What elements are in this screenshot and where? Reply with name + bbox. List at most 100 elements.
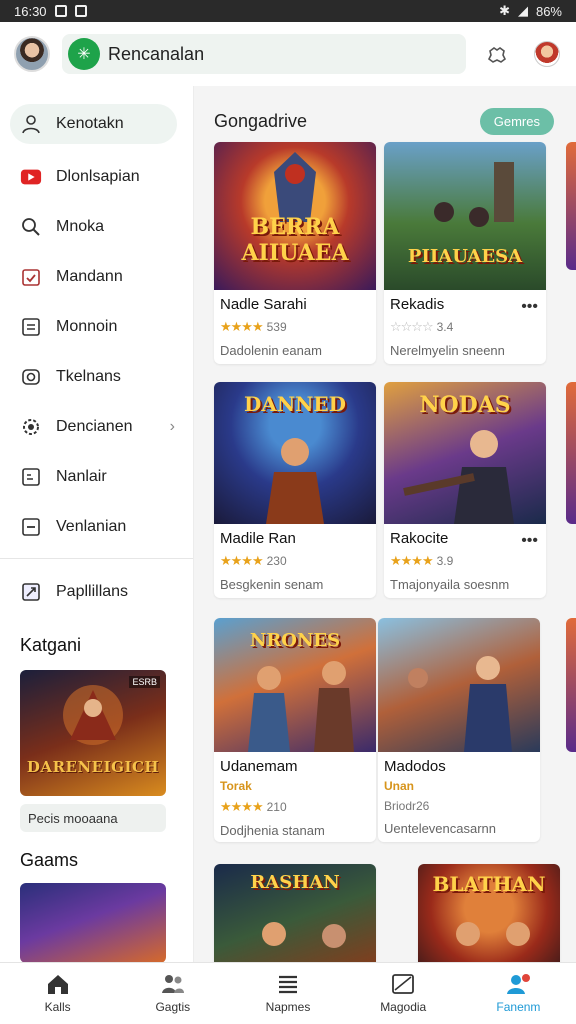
game-card[interactable]: RASHAN [214, 864, 376, 962]
game-card[interactable]: DANNED Madile Ran ★★★★ 230 Besgkenin sena… [214, 382, 376, 598]
game-art: NRONES [214, 618, 376, 752]
list-icon [275, 973, 301, 995]
rating-value: 539 [266, 320, 287, 334]
promo-label[interactable]: Pecis mooaana [20, 804, 166, 832]
tab-media[interactable]: Magodia [346, 963, 461, 1024]
game-card[interactable]: NODAS Rakocite ••• ★★★★ 3.9 Tmajonyaila s… [384, 382, 546, 598]
battery-level: 86% [535, 3, 562, 19]
search-bar[interactable]: ✳ Rencanalan [62, 34, 466, 74]
game-art-title: NRONES [249, 630, 341, 651]
more-options-icon[interactable]: ••• [521, 532, 538, 550]
profile-icon[interactable] [534, 41, 560, 67]
video-icon [20, 166, 42, 188]
rating-value: 210 [266, 800, 287, 814]
tab-profile[interactable]: Fanenm [461, 963, 576, 1024]
status-time: 16:30 [14, 3, 47, 19]
sidebar-item-label: Kenotakn [56, 115, 124, 132]
games-chip-button[interactable]: Gemres [479, 107, 554, 135]
tab-home[interactable]: Kalls [0, 963, 115, 1024]
sidebar-item-7[interactable]: Nanlair [0, 452, 193, 502]
camera-icon [20, 366, 42, 388]
rating-value: 230 [266, 554, 287, 568]
game-tag: Torak [220, 779, 252, 793]
bluetooth-icon: ✱ [499, 3, 510, 18]
game-art-title: BERRA AIIUAEA [241, 214, 349, 266]
rating-value: 3.4 [436, 320, 454, 334]
game-art: DANNED [214, 382, 376, 524]
status-bar: 16:30 ✱ ◢ 86% [0, 0, 576, 22]
game-tag: Unan [384, 779, 414, 793]
sidebar-item-8[interactable]: Venlanian [0, 502, 193, 552]
game-card[interactable]: BLATHAN [418, 864, 560, 962]
game-thumbnail[interactable] [20, 883, 166, 962]
sidebar-item-label: Dlonlsapian [56, 168, 140, 185]
sidebar-item-label: Venlanian [56, 518, 127, 535]
search-icon[interactable]: ✳ [68, 38, 100, 70]
game-name: Madodos [384, 758, 446, 775]
section-title-categories: Katgani [20, 635, 82, 655]
game-art: BERRA AIIUAEA [214, 142, 376, 290]
game-description: Uentelevencasarnn [384, 821, 497, 836]
main-panel: Gongadrive Gemres BERRA AIIUAEA Nadle Sa… [194, 86, 576, 962]
game-card[interactable]: NRONES Udanemam Torak ★★★★ 210 Dodjhenia … [214, 618, 376, 842]
game-art-title: BLATHAN [432, 872, 546, 896]
chevron-right-icon: › [169, 418, 175, 435]
avatar[interactable] [14, 36, 50, 72]
next-card-peek[interactable] [566, 618, 576, 752]
bottom-nav: Kalls Gagtis Napmes Magodia Fanenm [0, 962, 576, 1024]
promo-card[interactable]: ESRB DARENEIGICH [20, 670, 166, 796]
sidebar-item-6[interactable]: Dencianen › [0, 402, 193, 452]
tab-people[interactable]: Gagtis [115, 963, 230, 1024]
tab-label: Fanenm [496, 1000, 541, 1014]
rating-stars: ★★★★ [390, 553, 434, 568]
profile-icon [505, 973, 531, 995]
main-header: Gongadrive Gemres [214, 106, 554, 136]
rating-value: Briodr26 [384, 799, 430, 813]
page-title: Gongadrive [214, 110, 308, 131]
notification-icon [74, 5, 87, 17]
puzzle-icon[interactable] [484, 41, 510, 67]
sidebar-item-2[interactable]: Mnoka [0, 202, 193, 252]
sidebar-item-5[interactable]: Tkelnans [0, 352, 193, 402]
game-card[interactable]: BERRA AIIUAEA Nadle Sarahi ★★★★ 539 Dadol… [214, 142, 376, 364]
section-title-games: Gaams [20, 850, 79, 870]
list-box-icon [20, 316, 42, 338]
sidebar-item-0[interactable]: Kenotakn [10, 104, 177, 144]
tab-label: Napmes [265, 1000, 311, 1014]
more-options-icon[interactable]: ••• [521, 298, 538, 316]
home-icon [45, 973, 71, 995]
top-bar: ✳ Rencanalan [0, 22, 576, 86]
sidebar-item-1[interactable]: Dlonlsapian [0, 152, 193, 202]
sidebar-item-label: Mandann [56, 268, 123, 285]
sidebar-item-label: Monnoin [56, 318, 118, 335]
game-description: Nerelmyelin sneenn [390, 343, 505, 358]
rating-stars: ☆☆☆☆ [390, 319, 434, 334]
sidebar-divider [0, 558, 193, 559]
next-card-peek[interactable] [566, 382, 576, 524]
tab-label: Magodia [380, 1000, 427, 1014]
game-card[interactable]: PIIAUAESA Rekadis ••• ☆☆☆☆ 3.4 Nerelmyeli… [384, 142, 546, 364]
tab-list[interactable]: Napmes [230, 963, 345, 1024]
sidebar-item-label: Dencianen [56, 418, 133, 435]
game-name: Rakocite [390, 530, 449, 547]
game-description: Dadolenin eanam [220, 343, 322, 358]
next-card-peek[interactable] [566, 142, 576, 270]
people-icon [160, 973, 186, 995]
game-art-title: DANNED [243, 392, 346, 416]
game-art-title: PIIAUAESA [407, 246, 523, 267]
game-name: Madile Ran [220, 530, 296, 547]
minus-box-icon [20, 516, 42, 538]
tab-label: Gagtis [155, 1000, 191, 1014]
sidebar-item-extra[interactable]: Papllillans [0, 567, 193, 617]
rating-stars: ★★★★ [220, 553, 264, 568]
rating-stars: ★★★★ [220, 799, 264, 814]
sidebar-item-4[interactable]: Monnoin [0, 302, 193, 352]
game-art-title: RASHAN [250, 872, 340, 893]
game-art [378, 618, 540, 752]
sidebar-item-label: Tkelnans [56, 368, 121, 385]
rating-stars: ★★★★ [220, 319, 264, 334]
sidebar-item-3[interactable]: Mandann [0, 252, 193, 302]
game-description: Dodjhenia stanam [220, 823, 325, 838]
sidebar-item-label: Nanlair [56, 468, 107, 485]
game-card[interactable]: Madodos Unan Briodr26 Uentelevencasarnn [378, 618, 540, 842]
